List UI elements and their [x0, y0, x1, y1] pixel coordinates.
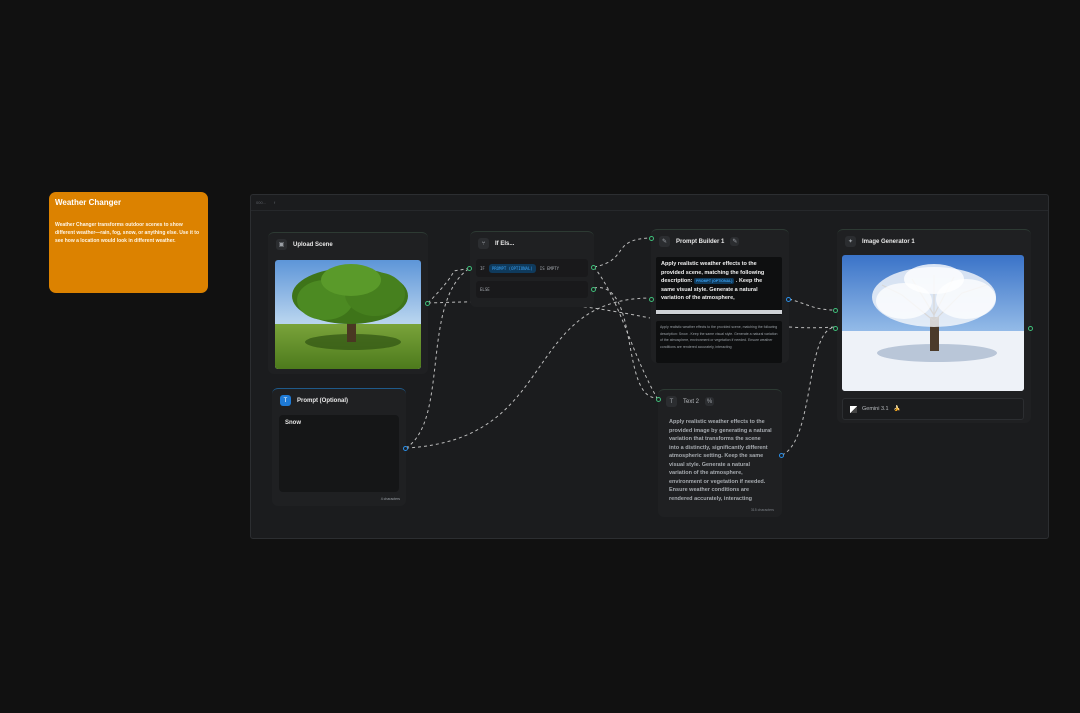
edit-icon[interactable]: ✎ — [730, 237, 740, 246]
text-icon: T — [666, 396, 677, 407]
ifelse-header[interactable]: ⑂ If Els... — [470, 232, 594, 255]
ifelse-title: If Els... — [495, 240, 515, 247]
if-condition: IS EMPTY — [539, 265, 560, 271]
prompt-header[interactable]: T Prompt (Optional) — [272, 389, 406, 412]
sparkle-icon: ✦ — [845, 236, 856, 247]
builder-header[interactable]: ✎ Prompt Builder 1 ✎ — [651, 230, 789, 253]
group-sublabel: f — [274, 200, 276, 205]
text2-output-port[interactable] — [779, 453, 784, 458]
workflow-canvas[interactable]: Weather Changer Weather Changer transfor… — [0, 0, 1080, 713]
generator-input-port-2[interactable] — [833, 326, 838, 331]
image-generator-node[interactable]: ✦ Image Generator 1 Gemini 3.1 🍌 — [833, 229, 1033, 423]
model-selector[interactable]: Gemini 3.1 🍌 — [842, 398, 1024, 420]
prompt-builder-node[interactable]: ✎ Prompt Builder 1 ✎ Apply realistic wea… — [649, 229, 791, 363]
upload-scene-header[interactable]: ▣ Upload Scene — [268, 233, 428, 256]
text2-node[interactable]: T Text 2 % Apply realistic weather effec… — [656, 389, 784, 517]
builder-input-port-2[interactable] — [649, 297, 654, 302]
prompt-node[interactable]: T Prompt (Optional) Snow 4 characters — [272, 388, 408, 506]
model-logo-icon — [850, 405, 857, 413]
builder-token[interactable]: PROMPT (OPTIONAL) — [694, 278, 735, 284]
group-label: 000... — [256, 200, 267, 205]
generator-input-port-1[interactable] — [833, 308, 838, 313]
else-keyword: ELSE — [480, 287, 490, 292]
image-icon: ▣ — [276, 239, 287, 250]
text2-char-count: 315 characters — [750, 508, 774, 512]
banana-icon: 🍌 — [893, 406, 901, 412]
sticky-title: Weather Changer — [55, 198, 122, 207]
upload-output-port[interactable] — [425, 301, 430, 306]
if-keyword: IF — [480, 265, 485, 271]
prompt-output-port[interactable] — [403, 446, 408, 451]
sticky-note[interactable]: Weather Changer Weather Changer transfor… — [49, 192, 208, 293]
else-output-port[interactable] — [591, 287, 596, 292]
text2-header[interactable]: T Text 2 % — [658, 390, 782, 413]
builder-icon: ✎ — [659, 236, 670, 247]
prompt-textarea[interactable]: Snow — [279, 415, 399, 492]
upload-scene-node[interactable]: ▣ Upload Scene — [268, 232, 430, 374]
model-name: Gemini 3.1 — [862, 406, 889, 412]
builder-editor-scrollbar[interactable] — [656, 310, 782, 314]
link-icon[interactable]: % — [705, 397, 715, 406]
ifelse-node[interactable]: ⑂ If Els... IF PROMPT (OPTIONAL) IS EMPT… — [467, 231, 596, 307]
generator-output-port[interactable] — [1028, 326, 1033, 331]
text2-title: Text 2 — [683, 398, 700, 405]
if-output-port[interactable] — [591, 265, 596, 270]
if-condition-row[interactable]: IF PROMPT (OPTIONAL) IS EMPTY — [476, 259, 588, 277]
builder-input-port-1[interactable] — [649, 236, 654, 241]
builder-output-port[interactable] — [786, 297, 791, 302]
text2-input-port[interactable] — [656, 397, 661, 402]
tree-photo[interactable] — [275, 260, 421, 369]
snow-tree-photo[interactable] — [842, 255, 1024, 391]
prompt-title: Prompt (Optional) — [297, 397, 348, 404]
else-row[interactable]: ELSE — [476, 281, 588, 298]
prompt-char-count: 4 characters — [380, 497, 400, 501]
ifelse-input-port[interactable] — [467, 266, 472, 271]
text2-body[interactable]: Apply realistic weather effects to the p… — [669, 418, 772, 504]
generator-header[interactable]: ✦ Image Generator 1 — [837, 230, 1031, 253]
builder-template-editor[interactable]: Apply realistic weather effects to the p… — [656, 257, 782, 315]
builder-title: Prompt Builder 1 — [676, 238, 725, 245]
branch-icon: ⑂ — [478, 238, 489, 249]
generator-title: Image Generator 1 — [862, 238, 915, 245]
if-token[interactable]: PROMPT (OPTIONAL) — [488, 263, 536, 273]
upload-scene-title: Upload Scene — [293, 241, 333, 248]
builder-preview[interactable]: Apply realistic weather effects to the p… — [656, 321, 782, 363]
sticky-body: Weather Changer transforms outdoor scene… — [55, 222, 200, 244]
group-header[interactable]: 000... f — [251, 195, 1048, 211]
text-icon: T — [280, 395, 291, 406]
